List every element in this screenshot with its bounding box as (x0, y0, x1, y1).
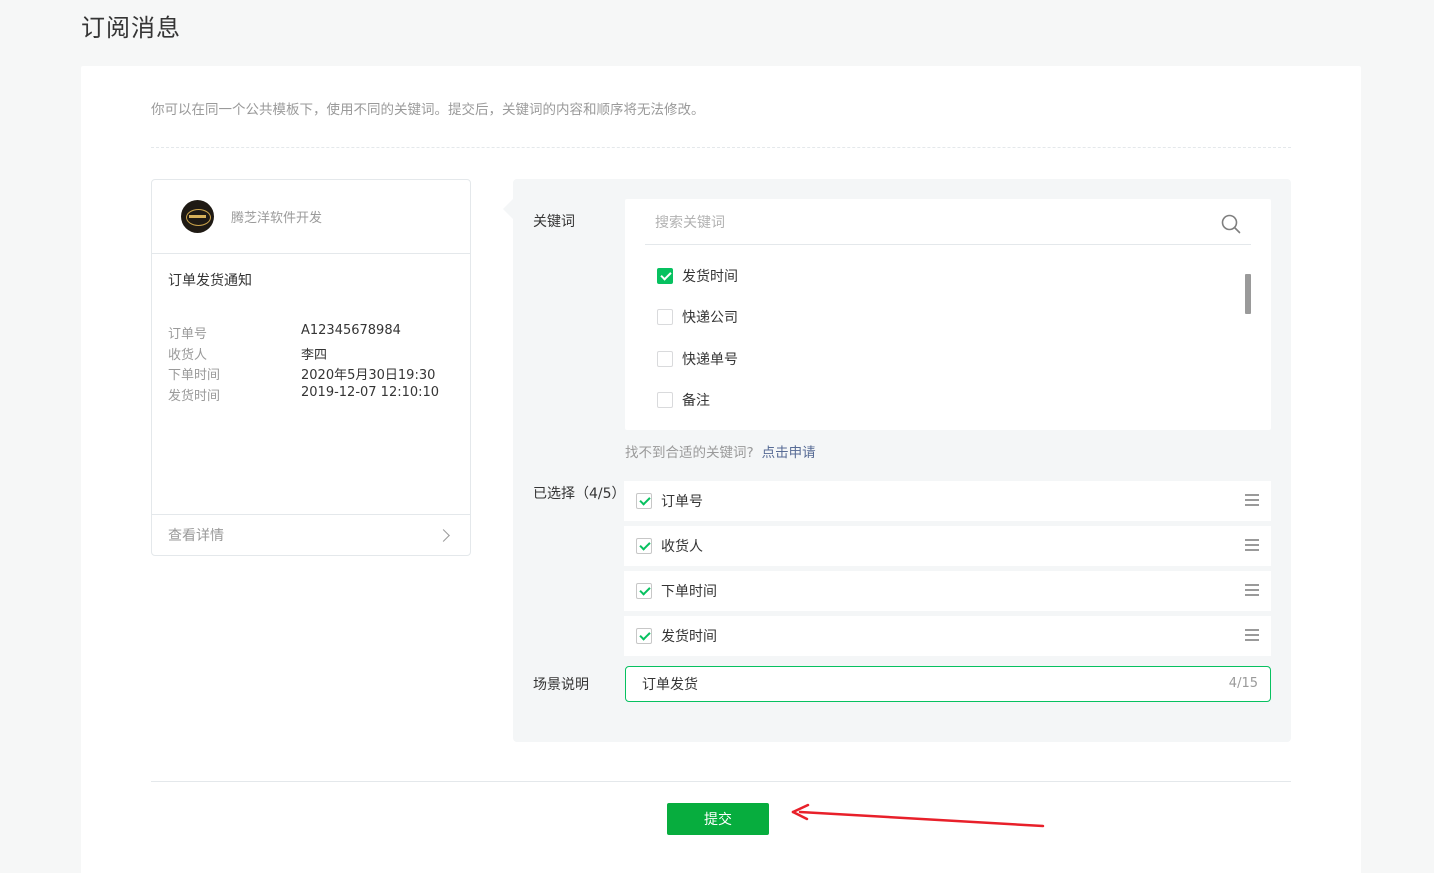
preview-field-row: 订单号 A12345678984 (168, 323, 458, 344)
keyword-option-label: 快递单号 (682, 351, 738, 368)
preview-fields: 订单号 A12345678984 收货人 李四 下单时间 2020年5月30日1… (168, 323, 458, 405)
selected-keyword-item[interactable]: 发货时间 (624, 616, 1271, 656)
preview-header: 腾芝洋软件开发 (152, 180, 470, 254)
keyword-search-input[interactable] (655, 211, 1195, 235)
drag-handle-icon[interactable] (1245, 539, 1259, 552)
keyword-option-label: 快递公司 (682, 310, 738, 327)
keyword-option[interactable]: 快递单号 (657, 338, 738, 380)
field-value: 李四 (301, 347, 328, 363)
account-avatar (181, 200, 214, 233)
checkbox-icon[interactable] (657, 350, 673, 367)
preview-field-row: 下单时间 2020年5月30日19:30 (168, 364, 458, 385)
keyword-config-panel: 关键词 发货时间 快递公司 快递单 (503, 179, 1291, 742)
drag-handle-icon[interactable] (1245, 494, 1259, 507)
panel-pointer (503, 199, 513, 219)
preview-field-row: 收货人 李四 (168, 344, 458, 365)
view-detail-link[interactable]: 查看详情 (152, 514, 470, 555)
field-key: 发货时间 (168, 388, 221, 404)
scene-label: 场景说明 (533, 677, 589, 693)
selected-label: 已选择（4/5） (533, 486, 626, 502)
selected-keyword-label: 发货时间 (661, 629, 717, 645)
selected-keyword-label: 收货人 (661, 539, 703, 555)
selected-keyword-label: 订单号 (661, 494, 703, 510)
keyword-picker: 发货时间 快递公司 快递单号 备注 (625, 199, 1271, 430)
submit-button[interactable]: 提交 (667, 803, 769, 835)
scene-char-counter: 4/15 (1228, 676, 1258, 691)
page-title: 订阅消息 (81, 14, 181, 42)
checkbox-icon[interactable] (657, 309, 673, 326)
checkbox-checked-icon[interactable] (636, 628, 652, 644)
apply-keyword-link[interactable]: 点击申请 (762, 445, 816, 461)
divider (151, 147, 1291, 148)
selected-keyword-list: 订单号 收货人 下单时间 发货时间 (624, 481, 1271, 661)
keywords-label: 关键词 (533, 214, 575, 230)
checkbox-icon[interactable] (657, 392, 673, 409)
keyword-option[interactable]: 快递公司 (657, 297, 738, 339)
keyword-option-label: 发货时间 (682, 268, 738, 285)
keyword-search (645, 199, 1251, 245)
checkbox-checked-icon[interactable] (636, 493, 652, 509)
checkbox-checked-icon[interactable] (636, 583, 652, 599)
keyword-option[interactable]: 备注 (657, 380, 738, 422)
view-detail-label: 查看详情 (168, 528, 224, 544)
chevron-right-icon (437, 528, 450, 542)
keyword-hint: 找不到合适的关键词? 点击申请 (625, 441, 816, 461)
template-title: 订单发货通知 (168, 273, 252, 289)
selected-keyword-item[interactable]: 订单号 (624, 481, 1271, 521)
keyword-option-label: 备注 (682, 393, 710, 410)
field-key: 收货人 (168, 347, 208, 363)
main-card: 你可以在同一个公共模板下，使用不同的关键词。提交后，关键词的内容和顺序将无法修改… (81, 66, 1361, 873)
selected-keyword-label: 下单时间 (661, 584, 717, 600)
template-preview-card: 腾芝洋软件开发 订单发货通知 订单号 A12345678984 收货人 李四 下… (151, 179, 471, 556)
field-value: A12345678984 (301, 323, 401, 338)
page-description: 你可以在同一个公共模板下，使用不同的关键词。提交后，关键词的内容和顺序将无法修改… (151, 102, 705, 118)
field-key: 下单时间 (168, 368, 221, 383)
selected-keyword-item[interactable]: 下单时间 (624, 571, 1271, 611)
footer-divider (151, 781, 1291, 782)
drag-handle-icon[interactable] (1245, 584, 1259, 597)
account-name: 腾芝洋软件开发 (231, 211, 323, 226)
scene-description-field: 4/15 (625, 666, 1271, 702)
checkbox-checked-icon[interactable] (657, 267, 673, 284)
field-value: 2020年5月30日19:30 (301, 368, 436, 383)
scene-description-input[interactable] (642, 674, 1202, 694)
checkbox-checked-icon[interactable] (636, 538, 652, 554)
keyword-hint-text: 找不到合适的关键词? (625, 445, 754, 461)
selected-keyword-item[interactable]: 收货人 (624, 526, 1271, 566)
search-icon[interactable] (1221, 214, 1241, 234)
keyword-list: 发货时间 快递公司 快递单号 备注 (657, 255, 738, 421)
drag-handle-icon[interactable] (1245, 629, 1259, 642)
field-key: 订单号 (168, 327, 208, 342)
keyword-option[interactable]: 发货时间 (657, 255, 738, 297)
keyword-list-scrollbar[interactable] (1245, 274, 1251, 314)
field-value: 2019-12-07 12:10:10 (301, 384, 440, 400)
preview-field-row: 发货时间 2019-12-07 12:10:10 (168, 385, 458, 406)
